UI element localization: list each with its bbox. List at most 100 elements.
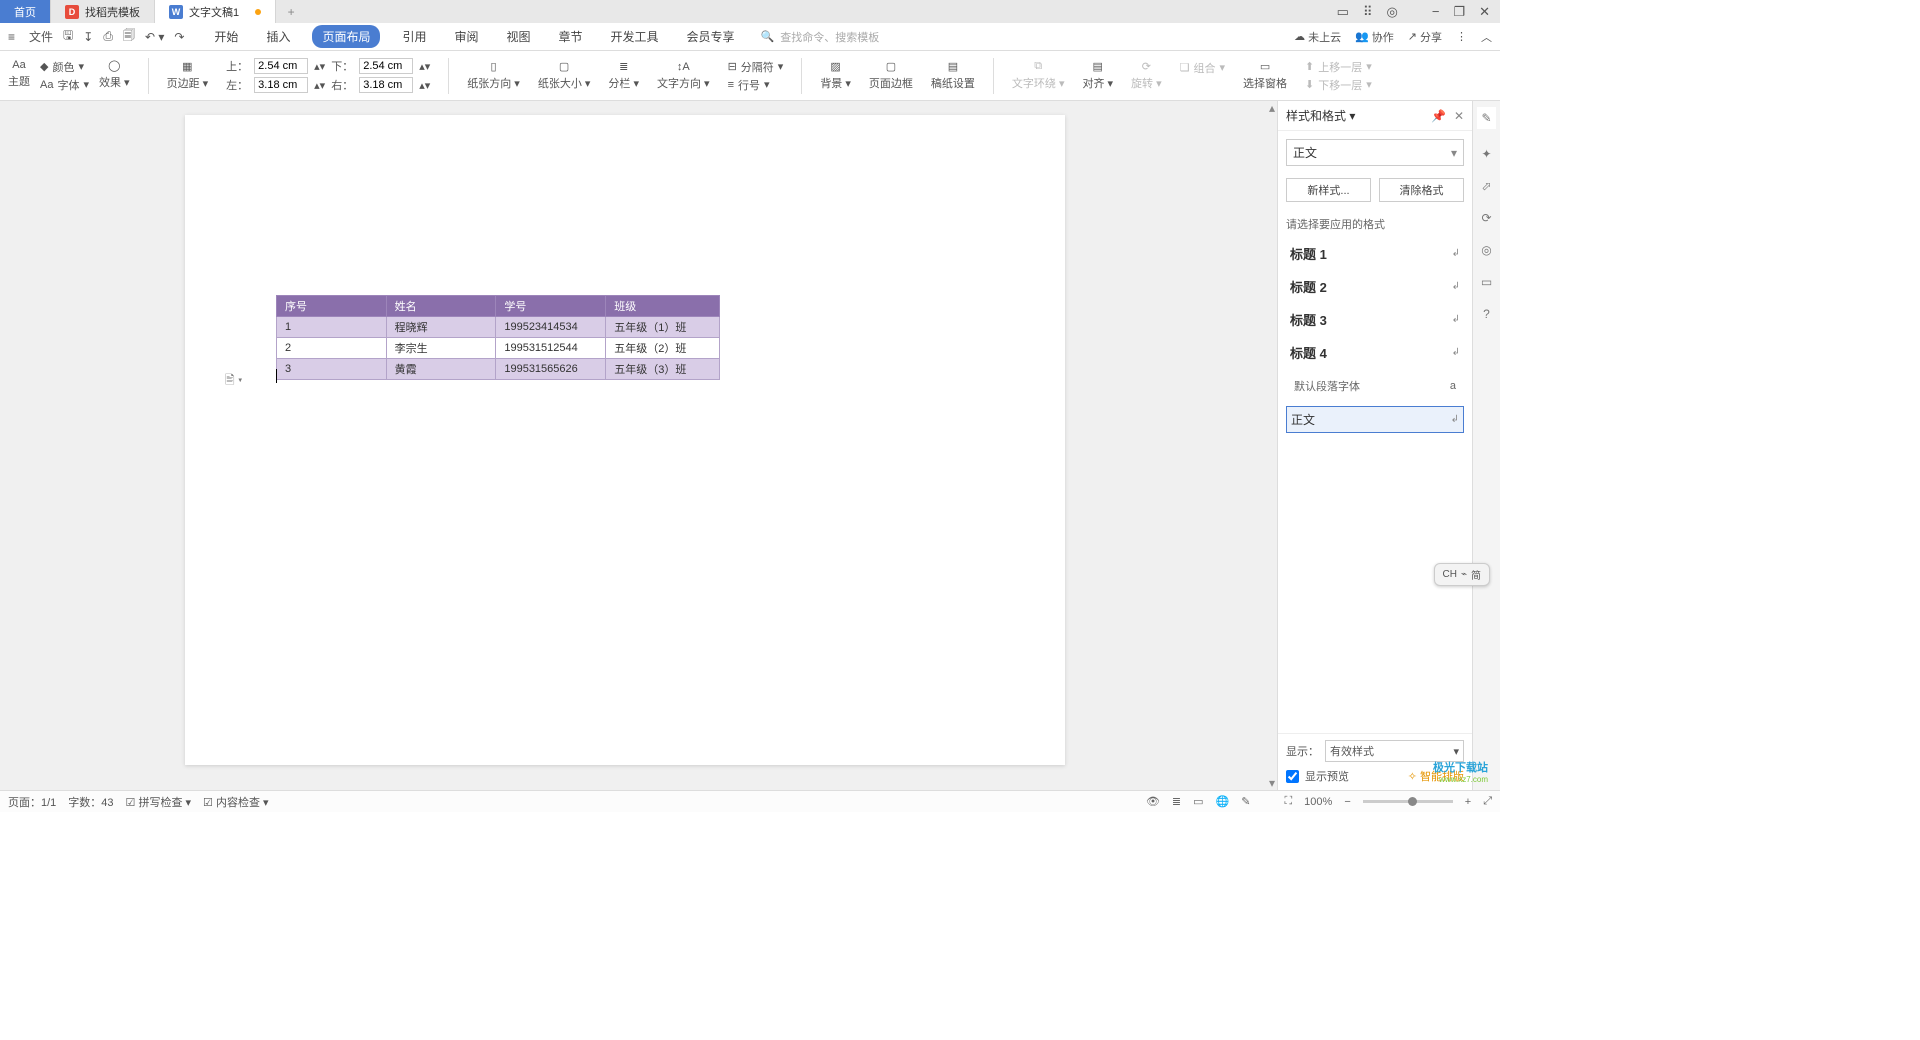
style-item-heading2[interactable]: 标题 2↲ bbox=[1286, 273, 1464, 300]
table-row[interactable]: 2李宗生199531512544五年级（2）班 bbox=[277, 338, 720, 359]
ribbon-tab-insert[interactable]: 插入 bbox=[260, 25, 296, 48]
strip-location-icon[interactable]: ◎ bbox=[1481, 243, 1491, 257]
tab-document[interactable]: W 文字文稿1 bbox=[155, 0, 276, 23]
margin-bottom-input[interactable] bbox=[359, 58, 413, 74]
ribbon-tab-chapter[interactable]: 章节 bbox=[553, 25, 589, 48]
zoom-label[interactable]: 100% bbox=[1304, 796, 1332, 808]
status-words[interactable]: 字数：43 bbox=[68, 794, 113, 810]
view-outline-icon[interactable]: ≣ bbox=[1172, 795, 1181, 808]
pageborder-button[interactable]: ▢页面边框 bbox=[869, 60, 913, 91]
collaborate-button[interactable]: 👥 协作 bbox=[1355, 29, 1394, 45]
zoom-slider[interactable] bbox=[1363, 800, 1453, 803]
zoom-in-button[interactable]: + bbox=[1465, 796, 1471, 808]
lineno-button[interactable]: ≡ 行号 ▾ bbox=[728, 77, 784, 93]
show-style-select[interactable]: 有效样式▾ bbox=[1325, 740, 1464, 762]
margin-button[interactable]: ▦页边距 ▾ bbox=[167, 60, 209, 91]
style-item-default-font[interactable]: 默认段落字体a bbox=[1294, 378, 1456, 394]
style-item-heading1[interactable]: 标题 1↲ bbox=[1286, 240, 1464, 267]
layout-switch-icon[interactable]: ▭ bbox=[1337, 4, 1349, 20]
color-button[interactable]: ◆ 颜色 ▾ bbox=[40, 59, 89, 75]
table-row[interactable]: 3黄霞199531565626五年级（3）班 bbox=[277, 359, 720, 380]
strip-read-icon[interactable]: ▭ bbox=[1481, 275, 1492, 289]
status-spellcheck[interactable]: ☑ 拼写检查 ▾ bbox=[126, 794, 192, 810]
share-button[interactable]: ↗ 分享 bbox=[1408, 29, 1442, 45]
status-page[interactable]: 页面：1/1 bbox=[8, 794, 56, 810]
show-label: 显示： bbox=[1286, 743, 1319, 759]
zoom-out-button[interactable]: − bbox=[1344, 796, 1350, 808]
background-button[interactable]: ▨背景 ▾ bbox=[820, 60, 851, 91]
orientation-button[interactable]: ▯纸张方向 ▾ bbox=[467, 60, 520, 91]
hamburger-icon[interactable]: ≡ bbox=[8, 30, 15, 44]
print-preview-icon[interactable]: 🗐 bbox=[123, 26, 135, 47]
ribbon-tab-start[interactable]: 开始 bbox=[208, 25, 244, 48]
ribbon-tab-pagelayout[interactable]: 页面布局 bbox=[312, 25, 380, 48]
grid-apps-icon[interactable]: ⠿ bbox=[1363, 4, 1373, 20]
effect-button[interactable]: ◯效果 ▾ bbox=[99, 59, 130, 93]
search-box[interactable]: 🔍 查找命令、搜索模板 bbox=[761, 29, 880, 45]
tab-home[interactable]: 首页 bbox=[0, 0, 51, 23]
strip-limit-icon[interactable]: ⟳ bbox=[1481, 211, 1491, 225]
strip-properties-icon[interactable]: ✦ bbox=[1481, 147, 1491, 161]
pane-scrollbar[interactable]: ▴ ▾ bbox=[1267, 101, 1277, 790]
margin-left-input[interactable] bbox=[254, 77, 308, 93]
theme-button[interactable]: Aa主题 bbox=[8, 59, 30, 93]
more-menu-icon[interactable]: ⋮ bbox=[1456, 30, 1467, 43]
smart-layout-button[interactable]: ✧ 智能排版 bbox=[1408, 768, 1464, 784]
selection-pane-button[interactable]: ▭选择窗格 bbox=[1243, 60, 1287, 91]
close-pane-icon[interactable]: ✕ bbox=[1454, 109, 1464, 123]
fit-page-icon[interactable]: ⛶ bbox=[1284, 795, 1292, 808]
restore-button[interactable]: ❐ bbox=[1453, 4, 1465, 20]
export-icon[interactable]: ↧ bbox=[83, 30, 93, 44]
align-button[interactable]: ▤对齐 ▾ bbox=[1082, 60, 1113, 91]
font-button[interactable]: Aa 字体 ▾ bbox=[40, 77, 89, 93]
print-icon[interactable]: ⎙ bbox=[103, 29, 113, 44]
save-icon[interactable]: 🖫 bbox=[63, 26, 73, 47]
style-item-heading4[interactable]: 标题 4↲ bbox=[1286, 339, 1464, 366]
clear-format-button[interactable]: 清除格式 bbox=[1379, 178, 1464, 202]
status-contentcheck[interactable]: ☑ 内容检查 ▾ bbox=[203, 794, 269, 810]
document-page[interactable] bbox=[185, 115, 1065, 765]
strip-select-icon[interactable]: ⬀ bbox=[1481, 179, 1491, 193]
table-row[interactable]: 1程晓辉199523414534五年级（1）班 bbox=[277, 317, 720, 338]
textdirection-button[interactable]: ↕A文字方向 ▾ bbox=[657, 61, 710, 91]
style-item-normal[interactable]: 正文↲ bbox=[1286, 406, 1464, 433]
papersize-button[interactable]: ▢纸张大小 ▾ bbox=[538, 60, 591, 91]
view-read-icon[interactable]: ▭ bbox=[1193, 795, 1203, 808]
document-table[interactable]: 序号 姓名 学号 班级 1程晓辉199523414534五年级（1）班 2李宗生… bbox=[276, 295, 720, 380]
close-button[interactable]: ✕ bbox=[1479, 4, 1490, 20]
ime-badge[interactable]: CH ⌁ 简 bbox=[1434, 563, 1490, 586]
margin-right-input[interactable] bbox=[359, 77, 413, 93]
ribbon-tab-review[interactable]: 审阅 bbox=[448, 25, 484, 48]
paperset-button[interactable]: ▤稿纸设置 bbox=[931, 60, 975, 91]
wrap-icon: ⧉ bbox=[1034, 60, 1042, 73]
view-eye-icon[interactable]: 👁 bbox=[1146, 795, 1160, 808]
tab-templates[interactable]: D 找稻壳模板 bbox=[51, 0, 155, 23]
redo-icon[interactable]: ↷ bbox=[174, 30, 184, 44]
minimize-button[interactable]: − bbox=[1432, 4, 1440, 19]
show-preview-checkbox[interactable] bbox=[1286, 770, 1299, 783]
user-avatar-icon[interactable]: ◎ bbox=[1387, 4, 1398, 20]
new-style-button[interactable]: 新样式... bbox=[1286, 178, 1371, 202]
view-draft-icon[interactable]: ✎ bbox=[1241, 795, 1250, 808]
ribbon-tab-reference[interactable]: 引用 bbox=[396, 25, 432, 48]
fullscreen-icon[interactable]: ⤢ bbox=[1483, 795, 1492, 808]
undo-icon[interactable]: ↶ ▾ bbox=[145, 30, 164, 44]
margin-top-input[interactable] bbox=[254, 58, 308, 74]
menu-file[interactable]: 文件 bbox=[29, 28, 53, 45]
collapse-ribbon-icon[interactable]: ︿ bbox=[1481, 29, 1492, 45]
document-viewport[interactable]: 🖹 ▾ 序号 姓名 学号 班级 1程晓辉199523414534五年级（1）班 … bbox=[0, 101, 1267, 790]
strip-styles-icon[interactable]: ✎ bbox=[1477, 107, 1495, 129]
style-item-heading3[interactable]: 标题 3↲ bbox=[1286, 306, 1464, 333]
columns-button[interactable]: ≣分栏 ▾ bbox=[608, 60, 639, 91]
styles-pane: 样式和格式 ▾ 📌 ✕ 正文▾ 新样式... 清除格式 请选择要应用的格式 标题… bbox=[1277, 101, 1472, 790]
pin-icon[interactable]: 📌 bbox=[1431, 109, 1446, 123]
new-tab-button[interactable]: + bbox=[276, 0, 306, 23]
view-web-icon[interactable]: 🌐 bbox=[1216, 795, 1230, 808]
ribbon-tab-view[interactable]: 视图 bbox=[501, 25, 537, 48]
cloud-status[interactable]: ☁ 未上云 bbox=[1294, 29, 1341, 45]
ribbon-tab-premium[interactable]: 会员专享 bbox=[681, 25, 741, 48]
ribbon-tab-devtools[interactable]: 开发工具 bbox=[605, 25, 665, 48]
current-style-select[interactable]: 正文▾ bbox=[1286, 139, 1464, 166]
strip-help-icon[interactable]: ? bbox=[1483, 307, 1490, 321]
separator-button[interactable]: ⊟ 分隔符 ▾ bbox=[728, 59, 784, 75]
